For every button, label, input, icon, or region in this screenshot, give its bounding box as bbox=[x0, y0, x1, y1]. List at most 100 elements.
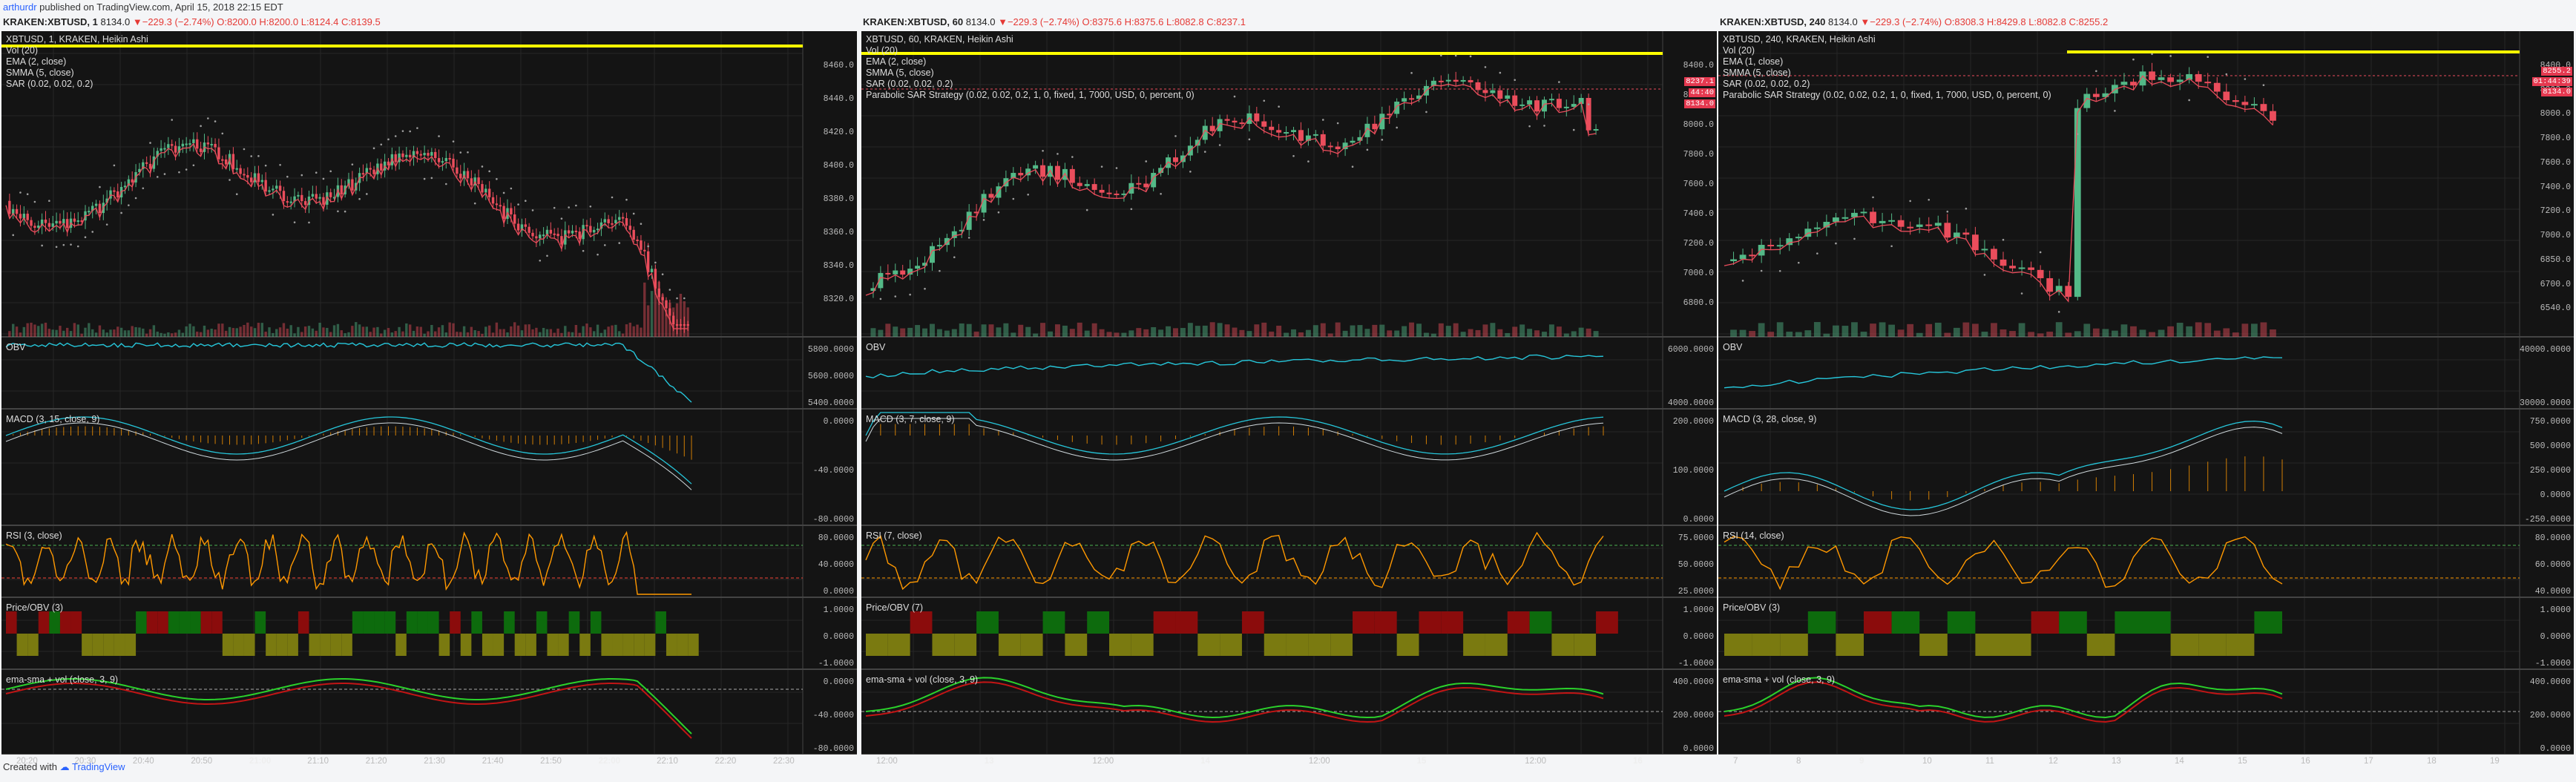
study-label[interactable]: SAR (0.02, 0.02, 0.2) bbox=[866, 79, 953, 90]
indicator-axis-tick: -40.0000 bbox=[812, 711, 854, 720]
chart-panel-3[interactable]: KRAKEN:XBTUSD, 240 8134.0 ▼−229.3 (−2.74… bbox=[1718, 16, 2574, 766]
indicator-axis-tick: 0.0000 bbox=[1683, 515, 1714, 525]
indicator-axis-tick: 80.0000 bbox=[818, 533, 854, 543]
time-axis-tick: 22:00 bbox=[598, 757, 621, 766]
indicator-axis-tick: 500.0000 bbox=[2529, 441, 2571, 451]
indicator-axis-tick: 75.0000 bbox=[1678, 533, 1714, 543]
indicator-axis-tick: 0.0000 bbox=[823, 417, 854, 427]
rsi-pane-label[interactable]: RSI (14, close) bbox=[1723, 530, 1784, 542]
indicator-axis-tick: 200.0000 bbox=[2529, 711, 2571, 720]
study-label[interactable]: SMMA (5, close) bbox=[6, 68, 74, 79]
chart-area[interactable]: XBTUSD, 1, KRAKEN, Heikin Ashi Vol (20) EM… bbox=[1, 31, 857, 755]
low-value: L:8124.4 bbox=[300, 16, 339, 27]
indicator-axis-tick: 400.0000 bbox=[2529, 677, 2571, 687]
rsi-pane-label[interactable]: RSI (7, close) bbox=[866, 530, 922, 542]
time-axis-tick: 7 bbox=[1733, 757, 1738, 766]
time-axis-tick: 22:30 bbox=[773, 757, 795, 766]
price-tag: 44:40 bbox=[1689, 88, 1715, 97]
chart-canvas[interactable] bbox=[861, 31, 1717, 755]
study-label[interactable]: Vol (20) bbox=[1723, 45, 1755, 56]
publish-info: published on TradingView.com, April 15, … bbox=[39, 1, 283, 13]
ema-pane-label[interactable]: ema-sma + vol (close, 3, 9) bbox=[1723, 674, 1835, 686]
indicator-axis-tick: 40000.0000 bbox=[2519, 345, 2571, 355]
time-axis-tick: 12:00 bbox=[876, 757, 898, 766]
study-label[interactable]: EMA (2, close) bbox=[6, 56, 66, 68]
chart-canvas[interactable] bbox=[1718, 31, 2574, 755]
time-axis-tick: 9 bbox=[1859, 757, 1864, 766]
down-arrow-icon: ▼ bbox=[132, 16, 142, 27]
indicator-axis-tick: 0.0000 bbox=[2540, 632, 2571, 642]
ema-pane-label[interactable]: ema-sma + vol (close, 3, 9) bbox=[6, 674, 118, 686]
pobv-pane-label[interactable]: Price/OBV (3) bbox=[1723, 602, 1780, 614]
indicator-axis-tick: 5800.0000 bbox=[807, 345, 854, 355]
macd-pane-label[interactable]: MACD (3, 28, close, 9) bbox=[1723, 414, 1816, 425]
chart-panel-1[interactable]: KRAKEN:XBTUSD, 1 8134.0 ▼−229.3 (−2.74%)… bbox=[1, 16, 857, 766]
indicator-axis-tick: 50.0000 bbox=[1678, 560, 1714, 570]
price-axis-tick: 8400.0 bbox=[823, 161, 854, 171]
price-axis-tick: 8420.0 bbox=[823, 128, 854, 137]
time-axis-tick: 21:10 bbox=[307, 757, 329, 766]
price-axis-tick: 8340.0 bbox=[823, 261, 854, 271]
author-link[interactable]: arthurdr bbox=[3, 1, 37, 13]
obv-pane-label[interactable]: OBV bbox=[1723, 342, 1742, 353]
indicator-axis-tick: 25.0000 bbox=[1678, 587, 1714, 597]
time-axis-tick: 21:40 bbox=[482, 757, 504, 766]
chart-area[interactable]: XBTUSD, 60, KRAKEN, Heikin Ashi Vol (20) E… bbox=[861, 31, 1717, 755]
indicator-axis-tick: 5400.0000 bbox=[807, 398, 854, 408]
price-tag: 8134.0 bbox=[1684, 99, 1715, 108]
time-axis-tick: 11 bbox=[1985, 757, 1994, 766]
chart-canvas[interactable] bbox=[1, 31, 857, 755]
pobv-pane-label[interactable]: Price/OBV (3) bbox=[6, 602, 63, 614]
tradingview-link[interactable]: TradingView bbox=[72, 761, 125, 772]
chart-area[interactable]: XBTUSD, 240, KRAKEN, Heikin Ashi Vol (20)… bbox=[1718, 31, 2574, 755]
last-price: 8134.0 bbox=[100, 16, 131, 27]
time-axis-tick: 21:00 bbox=[249, 757, 272, 766]
time-axis-tick: 18 bbox=[2427, 757, 2437, 766]
study-label[interactable]: EMA (2, close) bbox=[866, 56, 926, 68]
obv-pane-label[interactable]: OBV bbox=[6, 342, 25, 353]
indicator-axis-tick: 0.0000 bbox=[823, 677, 854, 687]
time-axis-tick: 21:20 bbox=[365, 757, 387, 766]
time-axis-tick: 10 bbox=[1922, 757, 1932, 766]
price-change: −229.3 (−2.74%) bbox=[1007, 16, 1080, 27]
price-tag: 8134.0 bbox=[2541, 88, 2572, 96]
study-label[interactable]: EMA (1, close) bbox=[1723, 56, 1783, 68]
study-label[interactable]: Parabolic SAR Strategy (0.02, 0.02, 0.2,… bbox=[1723, 90, 2051, 101]
indicator-axis-tick: -1.0000 bbox=[1678, 659, 1714, 668]
pobv-pane-label[interactable]: Price/OBV (7) bbox=[866, 602, 923, 614]
study-label[interactable]: SMMA (5, close) bbox=[1723, 68, 1791, 79]
macd-pane-label[interactable]: MACD (3, 7, close, 9) bbox=[866, 414, 954, 425]
price-axis-tick: 7800.0 bbox=[2540, 134, 2571, 144]
symbol-label: KRAKEN:XBTUSD, 1 bbox=[3, 16, 98, 27]
rsi-pane-label[interactable]: RSI (3, close) bbox=[6, 530, 62, 542]
chart-panel-2[interactable]: KRAKEN:XBTUSD, 60 8134.0 ▼−229.3 (−2.74%… bbox=[861, 16, 1717, 766]
indicator-axis-tick: 0.0000 bbox=[823, 587, 854, 597]
time-axis-tick: 13 bbox=[984, 757, 994, 766]
price-tag: 8237.1 bbox=[1684, 77, 1715, 86]
indicator-axis-tick: 200.0000 bbox=[1672, 711, 1714, 720]
indicator-axis-tick: 250.0000 bbox=[2529, 466, 2571, 476]
study-label[interactable]: Vol (20) bbox=[6, 45, 38, 56]
macd-pane-label[interactable]: MACD (3, 15, close, 9) bbox=[6, 414, 99, 425]
series-label[interactable]: XBTUSD, 60, KRAKEN, Heikin Ashi bbox=[866, 34, 1013, 45]
price-axis-tick: 7400.0 bbox=[1683, 209, 1714, 219]
time-axis-tick: 22:10 bbox=[657, 757, 678, 766]
study-label[interactable]: SMMA (5, close) bbox=[866, 68, 934, 79]
down-arrow-icon: ▼ bbox=[998, 16, 1008, 27]
series-label[interactable]: XBTUSD, 240, KRAKEN, Heikin Ashi bbox=[1723, 34, 1876, 45]
study-label[interactable]: SAR (0.02, 0.02, 0.2) bbox=[1723, 79, 1810, 90]
indicator-axis-tick: 0.0000 bbox=[2540, 490, 2571, 500]
study-label[interactable]: SAR (0.02, 0.02, 0.2) bbox=[6, 79, 93, 90]
series-label[interactable]: XBTUSD, 1, KRAKEN, Heikin Ashi bbox=[6, 34, 148, 45]
time-axis-tick: 14 bbox=[1200, 757, 1210, 766]
price-axis-tick: 8360.0 bbox=[823, 228, 854, 237]
low-value: L:8082.8 bbox=[2028, 16, 2066, 27]
price-axis-tick: 6850.0 bbox=[2540, 254, 2571, 265]
symbol-label: KRAKEN:XBTUSD, 240 bbox=[1720, 16, 1826, 27]
study-label[interactable]: Vol (20) bbox=[866, 45, 898, 56]
obv-pane-label[interactable]: OBV bbox=[866, 342, 885, 353]
high-value: H:8375.6 bbox=[1124, 16, 1164, 27]
ema-pane-label[interactable]: ema-sma + vol (close, 3, 9) bbox=[866, 674, 978, 686]
tradingview-logo-icon: ☁ bbox=[59, 761, 70, 772]
study-label[interactable]: Parabolic SAR Strategy (0.02, 0.02, 0.2,… bbox=[866, 90, 1195, 101]
